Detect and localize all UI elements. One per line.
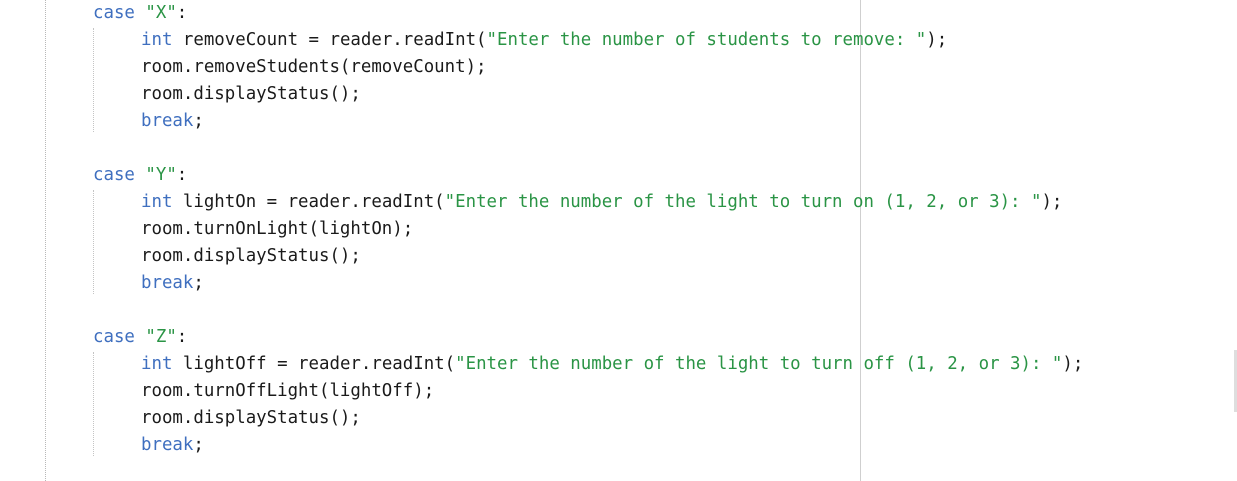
- method-call: room.turnOnLight(lightOn);: [141, 219, 414, 239]
- prompt-string: "Enter the number of students to remove:…: [486, 30, 927, 50]
- indent-guide-case-x: [93, 28, 94, 132]
- method-call: room.displayStatus();: [141, 408, 361, 428]
- decl-end: );: [1041, 192, 1063, 212]
- method-call: room.displayStatus();: [141, 84, 361, 104]
- break-line[interactable]: break;: [141, 272, 204, 294]
- turn-on-light-line[interactable]: room.turnOnLight(lightOn);: [141, 218, 413, 240]
- decl-code: removeCount = reader.readInt(: [172, 30, 487, 50]
- case-label: "Y": [145, 165, 177, 185]
- remove-students-line[interactable]: room.removeStudents(removeCount);: [141, 56, 487, 78]
- break-keyword: break: [141, 273, 194, 293]
- display-status-line[interactable]: room.displayStatus();: [141, 407, 361, 429]
- method-call: room.turnOffLight(lightOff);: [141, 381, 435, 401]
- break-keyword: break: [141, 111, 194, 131]
- case-colon: :: [176, 3, 188, 23]
- case-label: "X": [145, 3, 177, 23]
- statement-end: ;: [193, 273, 204, 293]
- break-line[interactable]: break;: [141, 110, 204, 132]
- indent-guide-case-z: [93, 352, 94, 456]
- case-keyword: case: [93, 327, 135, 347]
- code-editor[interactable]: case "X": int removeCount = reader.readI…: [0, 0, 1237, 481]
- case-keyword: case: [93, 165, 135, 185]
- remove-count-decl-line[interactable]: int removeCount = reader.readInt("Enter …: [141, 29, 947, 51]
- decl-end: );: [926, 30, 948, 50]
- decl-code: lightOff = reader.readInt(: [172, 354, 456, 374]
- right-margin-line: [860, 0, 861, 481]
- indent-guide-case-y: [93, 190, 94, 294]
- case-y-line[interactable]: case "Y":: [93, 164, 187, 186]
- prompt-string: "Enter the number of the light to turn o…: [444, 192, 1042, 212]
- method-call: room.removeStudents(removeCount);: [141, 57, 487, 77]
- decl-code: lightOn = reader.readInt(: [172, 192, 445, 212]
- case-colon: :: [176, 327, 188, 347]
- turn-off-light-line[interactable]: room.turnOffLight(lightOff);: [141, 380, 434, 402]
- prompt-string: "Enter the number of the light to turn o…: [455, 354, 1063, 374]
- display-status-line[interactable]: room.displayStatus();: [141, 83, 361, 105]
- case-colon: :: [176, 165, 188, 185]
- method-call: room.displayStatus();: [141, 246, 361, 266]
- indent-guide-outer: [45, 0, 46, 481]
- statement-end: ;: [193, 111, 204, 131]
- type-keyword: int: [141, 30, 173, 50]
- case-x-line[interactable]: case "X":: [93, 2, 187, 24]
- light-off-decl-line[interactable]: int lightOff = reader.readInt("Enter the…: [141, 353, 1083, 375]
- break-line[interactable]: break;: [141, 434, 204, 456]
- case-label: "Z": [145, 327, 177, 347]
- display-status-line[interactable]: room.displayStatus();: [141, 245, 361, 267]
- type-keyword: int: [141, 192, 173, 212]
- type-keyword: int: [141, 354, 173, 374]
- light-on-decl-line[interactable]: int lightOn = reader.readInt("Enter the …: [141, 191, 1062, 213]
- break-keyword: break: [141, 435, 194, 455]
- case-z-line[interactable]: case "Z":: [93, 326, 187, 348]
- case-keyword: case: [93, 3, 135, 23]
- decl-end: );: [1062, 354, 1084, 374]
- statement-end: ;: [193, 435, 204, 455]
